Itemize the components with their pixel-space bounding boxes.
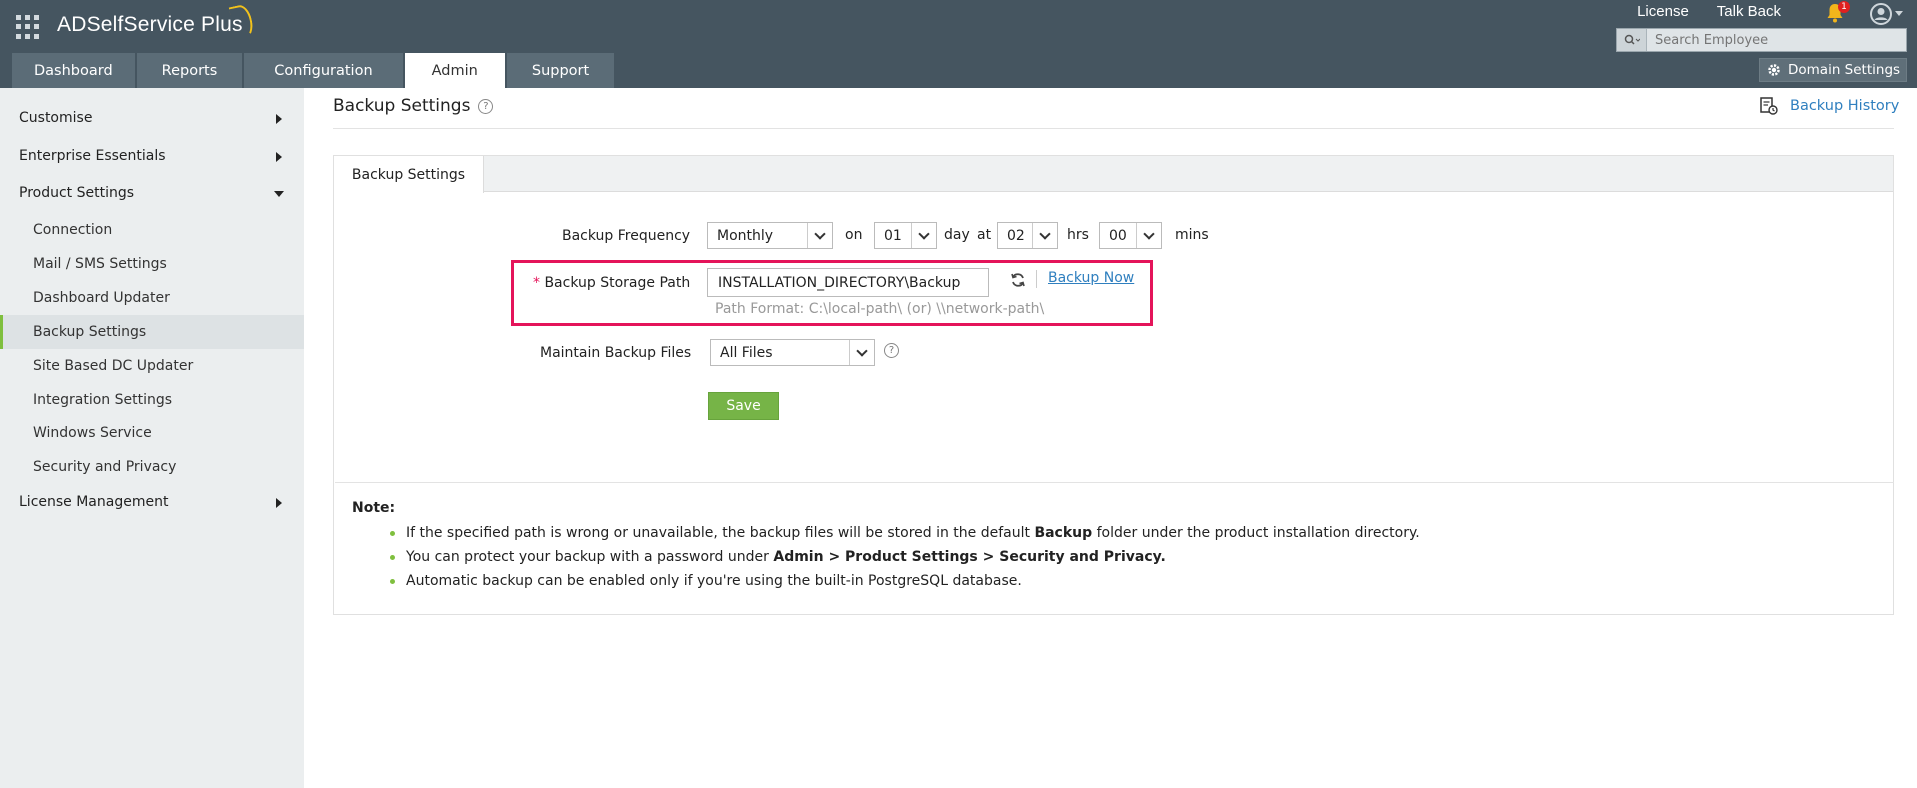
sidebar-item-label: Customise (19, 110, 93, 126)
day-value: 01 (884, 227, 902, 244)
history-icon (1760, 97, 1778, 115)
sidebar-item-label: Mail / SMS Settings (33, 256, 167, 272)
required-mark: * (533, 275, 540, 291)
sidebar-item-label: Windows Service (33, 425, 152, 441)
sidebar-item-product-settings[interactable]: Product Settings (0, 176, 304, 210)
employee-search (1616, 28, 1907, 52)
maintain-value: All Files (720, 344, 773, 361)
top-links: License Talk Back (1637, 3, 1781, 20)
sidebar-item-label: Connection (33, 222, 113, 238)
sidebar-item-windows-service[interactable]: Windows Service (0, 416, 304, 450)
on-label: on (845, 227, 863, 243)
tab-dashboard[interactable]: Dashboard (12, 53, 135, 88)
tab-configuration[interactable]: Configuration (244, 53, 403, 88)
backup-history-label: Backup History (1790, 98, 1900, 114)
mins-label: mins (1175, 227, 1209, 243)
save-button[interactable]: Save (708, 392, 779, 420)
sidebar-item-label: Integration Settings (33, 392, 173, 408)
search-icon[interactable] (1617, 29, 1647, 51)
title-divider (333, 128, 1894, 129)
list-item: You can protect your backup with a passw… (390, 545, 1420, 569)
at-label: at (977, 227, 992, 243)
panel-tabbar: Backup Settings (334, 156, 1893, 193)
backup-now-link[interactable]: Backup Now (1048, 270, 1134, 286)
license-link[interactable]: License (1637, 3, 1689, 20)
tab-admin[interactable]: Admin (404, 53, 505, 88)
sidebar-item-dashboard-updater[interactable]: Dashboard Updater (0, 281, 304, 315)
day-label: day (944, 227, 970, 243)
storage-path-label: * Backup Storage Path (533, 275, 690, 291)
sidebar-item-label: Backup Settings (33, 324, 147, 340)
sidebar-item-site-based-dc-updater[interactable]: Site Based DC Updater (0, 349, 304, 383)
frequency-select[interactable]: Monthly (707, 222, 833, 249)
chevron-down-icon (1032, 223, 1057, 248)
sidebar: Customise Enterprise Essentials Product … (0, 88, 304, 788)
frequency-label: Backup Frequency (562, 228, 691, 244)
sidebar-item-label: Enterprise Essentials (19, 148, 166, 164)
domain-settings-button[interactable]: Domain Settings (1759, 58, 1907, 82)
hour-value: 02 (1007, 227, 1025, 244)
search-input[interactable] (1647, 29, 1906, 51)
sidebar-item-integration-settings[interactable]: Integration Settings (0, 383, 304, 417)
sidebar-item-customise[interactable]: Customise (0, 101, 304, 135)
main-tabs: Dashboard Reports Configuration Admin Su… (12, 53, 615, 88)
vertical-divider (1036, 270, 1037, 288)
sidebar-item-connection[interactable]: Connection (0, 213, 304, 247)
caret-right-icon (276, 152, 282, 162)
chevron-down-icon (807, 223, 832, 248)
note-list: If the specified path is wrong or unavai… (390, 521, 1420, 593)
user-avatar-icon[interactable] (1870, 3, 1892, 25)
note-divider (335, 482, 1894, 483)
path-format-hint: Path Format: C:\local-path\ (or) \\netwo… (715, 301, 1045, 317)
sidebar-item-label: Product Settings (19, 185, 135, 201)
chevron-down-icon (1136, 223, 1161, 248)
tab-backup-settings[interactable]: Backup Settings (334, 156, 484, 193)
sidebar-item-mail-sms-settings[interactable]: Mail / SMS Settings (0, 247, 304, 281)
minute-select[interactable]: 00 (1099, 222, 1162, 249)
page-title: Backup Settings ? (333, 96, 494, 116)
hour-select[interactable]: 02 (997, 222, 1058, 249)
user-menu-caret-icon[interactable] (1895, 11, 1903, 16)
sidebar-item-license-management[interactable]: License Management (0, 485, 304, 519)
chevron-down-icon (911, 223, 936, 248)
sidebar-item-label: Dashboard Updater (33, 290, 170, 306)
sidebar-item-label: Security and Privacy (33, 459, 177, 475)
storage-path-label-text: Backup Storage Path (544, 275, 691, 291)
page-title-text: Backup Settings (333, 96, 471, 116)
hrs-label: hrs (1067, 227, 1089, 243)
caret-down-icon (274, 191, 284, 197)
refresh-icon[interactable] (1010, 272, 1026, 288)
top-header: ADSelfService Plus License Talk Back 1 D… (0, 0, 1917, 88)
tab-support[interactable]: Support (506, 53, 615, 88)
chevron-down-icon (849, 340, 874, 365)
sidebar-item-label: License Management (19, 494, 169, 510)
frequency-value: Monthly (717, 227, 774, 244)
caret-right-icon (276, 114, 282, 124)
help-icon[interactable]: ? (884, 343, 899, 358)
backup-history-link[interactable]: Backup History (1760, 97, 1899, 115)
list-item: Automatic backup can be enabled only if … (390, 569, 1420, 593)
storage-path-input[interactable] (707, 268, 989, 297)
sidebar-item-label: Site Based DC Updater (33, 358, 194, 374)
tab-reports[interactable]: Reports (136, 53, 243, 88)
sidebar-item-backup-settings[interactable]: Backup Settings (0, 315, 304, 349)
maintain-label: Maintain Backup Files (540, 345, 692, 361)
sidebar-item-security-and-privacy[interactable]: Security and Privacy (0, 450, 304, 484)
domain-settings-label: Domain Settings (1788, 62, 1901, 78)
gear-icon (1768, 64, 1780, 76)
day-select[interactable]: 01 (874, 222, 937, 249)
sidebar-item-enterprise-essentials[interactable]: Enterprise Essentials (0, 139, 304, 173)
caret-right-icon (276, 498, 282, 508)
help-icon[interactable]: ? (478, 98, 494, 114)
talk-back-link[interactable]: Talk Back (1717, 3, 1781, 20)
maintain-select[interactable]: All Files (710, 339, 875, 366)
notification-badge: 1 (1838, 1, 1850, 13)
minute-value: 00 (1109, 227, 1127, 244)
list-item: If the specified path is wrong or unavai… (390, 521, 1420, 545)
app-grid-icon[interactable] (16, 15, 40, 39)
note-title: Note: (352, 500, 396, 516)
app-logo: ADSelfService Plus (57, 13, 243, 36)
